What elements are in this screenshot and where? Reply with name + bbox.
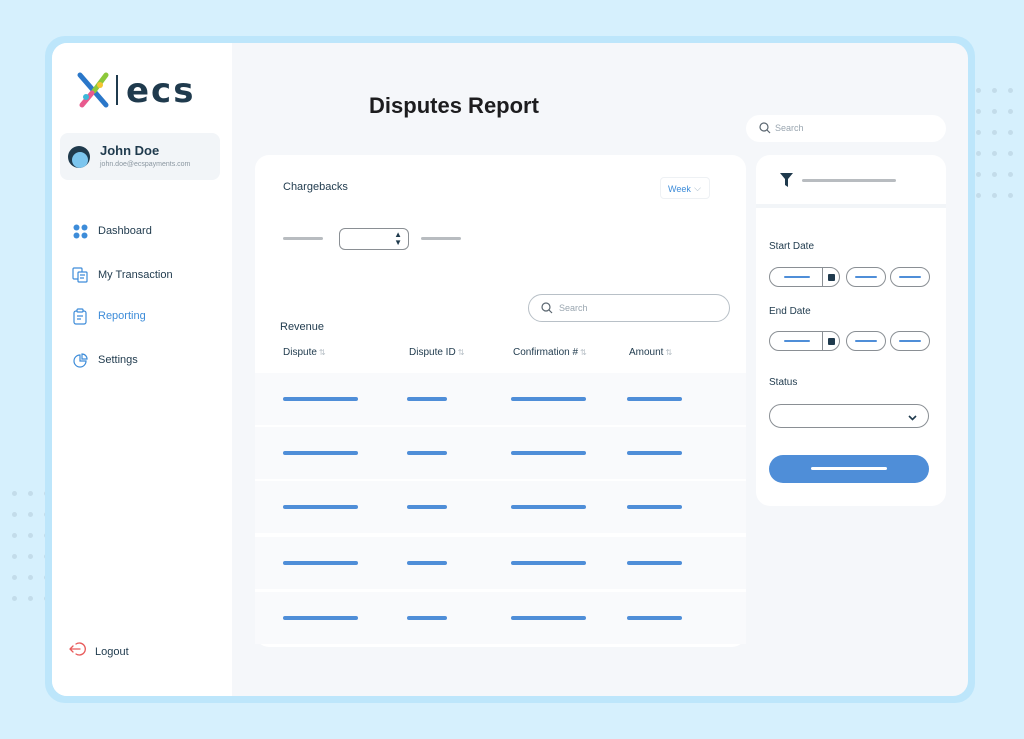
logout-label: Logout: [95, 645, 129, 658]
revenue-title: Revenue: [280, 321, 325, 333]
clipboard-icon: [72, 307, 88, 325]
calendar-icon: [822, 332, 839, 350]
nav-item-dashboard[interactable]: Dashboard: [72, 221, 152, 241]
global-search-placeholder: Search: [775, 123, 804, 133]
filter-header: [756, 155, 946, 208]
table-row[interactable]: [255, 427, 746, 479]
sort-icon: ⇅: [665, 348, 673, 357]
sort-icon: ⇅: [457, 348, 465, 357]
start-date-label: Start Date: [769, 241, 815, 252]
table-row[interactable]: [255, 481, 746, 533]
end-date-picker: [769, 331, 930, 351]
end-date-month[interactable]: [846, 331, 886, 351]
ecs-logo: ecs: [76, 71, 216, 111]
logout-button[interactable]: Logout: [69, 641, 129, 662]
nav-item-settings[interactable]: Settings: [72, 350, 138, 370]
pie-chart-icon: [72, 352, 88, 368]
end-date-year[interactable]: [890, 331, 930, 351]
sidebar: ecs John Doe john.doe@ecspayments.com Da…: [52, 43, 232, 696]
period-dropdown-value: Week: [668, 184, 691, 194]
search-icon: [759, 122, 771, 136]
nav-label-settings: Settings: [98, 354, 138, 366]
stepper-arrows-icon: ▲ ▼: [394, 230, 402, 247]
table-search-input[interactable]: Search: [528, 294, 730, 322]
avatar: [68, 146, 90, 168]
chargebacks-title: Chargebacks: [283, 181, 348, 193]
disputes-card: Chargebacks Week ⌵ ▲ ▼ Search Revenue Dis…: [255, 155, 746, 647]
global-search-input[interactable]: Search: [746, 115, 946, 142]
end-date-field[interactable]: [769, 331, 840, 351]
status-select[interactable]: [769, 404, 929, 428]
apply-filter-button[interactable]: [769, 455, 929, 483]
user-profile-card[interactable]: John Doe john.doe@ecspayments.com: [60, 133, 220, 180]
column-header-dispute[interactable]: Dispute ⇅: [283, 347, 326, 358]
transaction-icon: [72, 267, 88, 283]
nav-item-my-transaction[interactable]: My Transaction: [72, 265, 173, 285]
app-window: ecs John Doe john.doe@ecspayments.com Da…: [52, 43, 968, 696]
logo-divider: [116, 75, 118, 105]
end-date-label: End Date: [769, 306, 811, 317]
period-dropdown[interactable]: Week ⌵: [660, 177, 710, 199]
apply-button-label-placeholder: [811, 467, 887, 470]
decorative-dots-left: [12, 491, 49, 601]
nav-item-reporting[interactable]: Reporting: [72, 306, 146, 326]
range-selector: ▲ ▼: [283, 225, 483, 250]
start-date-field[interactable]: [769, 267, 840, 287]
start-date-year[interactable]: [890, 267, 930, 287]
ecs-logo-icon: [77, 72, 109, 108]
table-search-placeholder: Search: [559, 303, 588, 313]
search-icon: [541, 302, 553, 316]
filter-panel: Start Date End Date Status: [756, 155, 946, 506]
nav-label-my-transaction: My Transaction: [98, 269, 173, 281]
sort-icon: ⇅: [318, 348, 326, 357]
user-name: John Doe: [100, 143, 160, 158]
column-header-amount[interactable]: Amount ⇅: [629, 347, 672, 358]
chevron-down-icon: ⌵: [694, 183, 701, 193]
table-row[interactable]: [255, 373, 746, 425]
calendar-icon: [822, 268, 839, 286]
start-date-month[interactable]: [846, 267, 886, 287]
table-row[interactable]: [255, 537, 746, 589]
start-date-picker: [769, 267, 930, 287]
range-placeholder-left: [283, 237, 323, 240]
range-stepper[interactable]: ▲ ▼: [339, 228, 409, 250]
nav-label-dashboard: Dashboard: [98, 225, 152, 237]
sort-icon: ⇅: [580, 348, 587, 357]
logout-icon: [69, 641, 86, 662]
status-label: Status: [769, 377, 798, 388]
logo-wordmark: ecs: [126, 71, 196, 111]
chevron-down-icon: [907, 410, 918, 428]
page-title: Disputes Report: [369, 93, 539, 118]
column-header-confirmation[interactable]: Confirmation # ⇅: [513, 347, 587, 358]
decorative-dots-right: [976, 88, 1013, 198]
range-placeholder-right: [421, 237, 461, 240]
filter-funnel-icon: [780, 173, 793, 192]
grid-icon: [72, 223, 88, 239]
user-email: john.doe@ecspayments.com: [100, 161, 191, 168]
nav-label-reporting: Reporting: [98, 310, 146, 322]
table-row[interactable]: [255, 592, 746, 644]
column-header-dispute-id[interactable]: Dispute ID ⇅: [409, 347, 464, 358]
filter-title-placeholder: [802, 179, 896, 182]
